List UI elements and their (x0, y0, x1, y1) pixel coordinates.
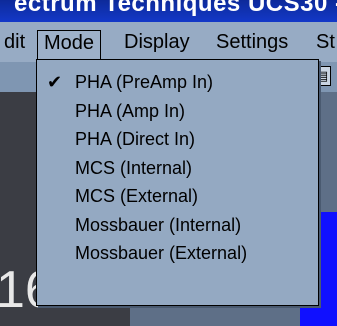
mode-option-label: PHA (PreAmp In) (75, 72, 214, 92)
mode-option-pha-direct[interactable]: PHA (Direct In) (37, 125, 318, 154)
mode-option-label: PHA (Direct In) (75, 129, 196, 149)
title-bar: ectrum Techniques UCS30 - (0, 0, 337, 22)
mode-option-label: Mossbauer (Internal) (75, 214, 242, 235)
mode-option-mossbauer-external[interactable]: Mossbauer (External) (37, 239, 318, 268)
mode-option-label: PHA (Amp In) (75, 100, 186, 121)
menu-edit[interactable]: dit (0, 30, 31, 54)
mode-dropdown-menu: ✔ PHA (PreAmp In) PHA (Amp In) PHA (Dire… (36, 59, 319, 306)
mode-option-pha-preamp[interactable]: ✔ PHA (PreAmp In) (37, 68, 318, 97)
menu-mode[interactable]: Mode (37, 30, 102, 61)
checkmark-icon: ✔ (47, 72, 63, 92)
menu-display[interactable]: Display (118, 30, 196, 54)
mode-option-mcs-external[interactable]: MCS (External) (37, 182, 318, 211)
menu-settings[interactable]: Settings (210, 30, 294, 54)
menu-st[interactable]: St (310, 30, 337, 54)
mode-option-mcs-internal[interactable]: MCS (Internal) (37, 154, 318, 183)
mode-option-pha-amp[interactable]: PHA (Amp In) (37, 97, 318, 126)
mode-option-label: Mossbauer (External) (75, 243, 248, 263)
mode-option-label: MCS (External) (75, 186, 199, 206)
mode-option-mossbauer-internal[interactable]: Mossbauer (Internal) (37, 211, 318, 240)
mode-option-label: MCS (Internal) (75, 157, 193, 178)
window-title: ectrum Techniques UCS30 - (14, 0, 337, 17)
menu-bar: dit Mode Display Settings St (0, 22, 337, 63)
